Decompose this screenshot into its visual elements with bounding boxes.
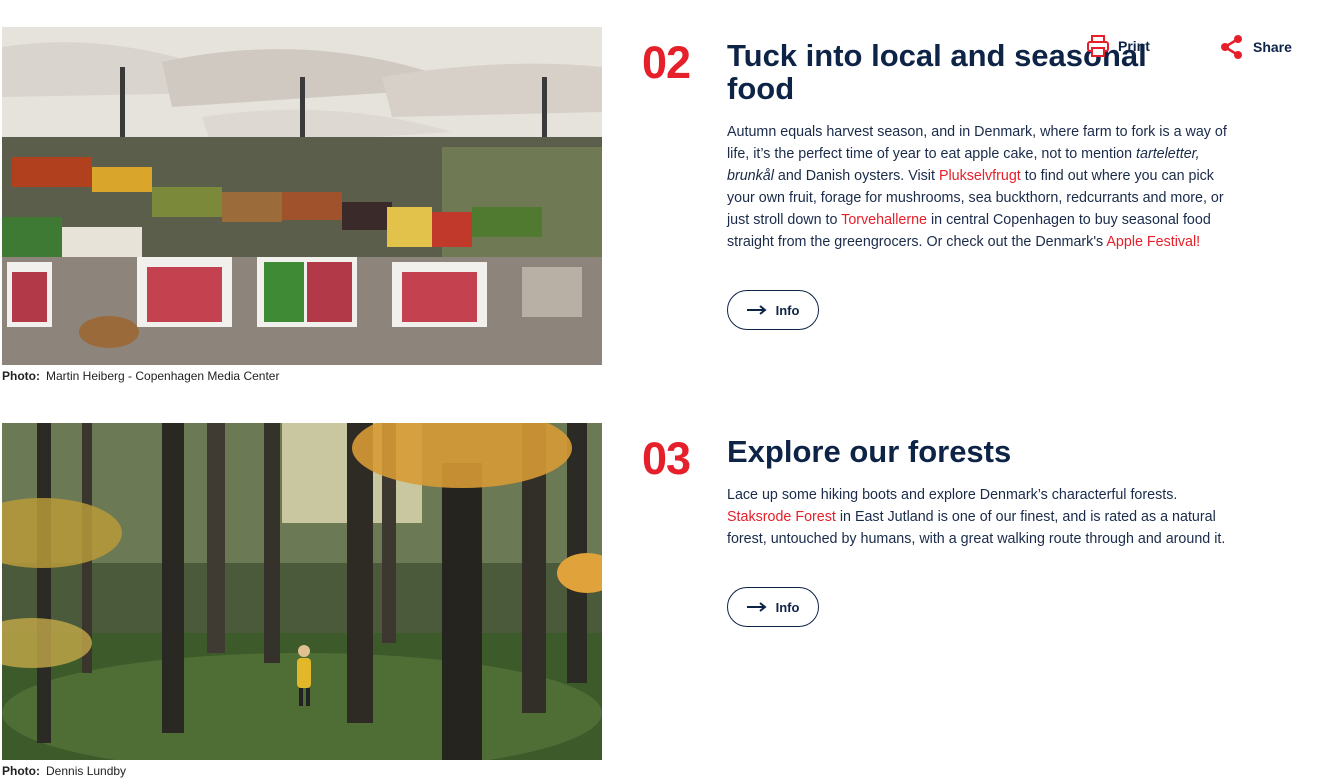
photo-credit-text: Dennis Lundby [46, 764, 127, 778]
photo-credit-label: Photo: [2, 764, 40, 778]
share-icon [1221, 35, 1242, 59]
photo-credit-text: Martin Heiberg - Copenhagen Media Center [46, 369, 280, 383]
arrow-right-icon [746, 602, 767, 612]
torvehallerne-link[interactable]: Torvehallerne [841, 212, 927, 228]
staksrode-forest-link[interactable]: Staksrode Forest [727, 509, 836, 525]
plukselvfrugt-link[interactable]: Plukselvfrugt [939, 168, 1021, 184]
section-number: 03 [642, 433, 691, 484]
arrow-right-icon [746, 305, 767, 315]
market-photo [2, 27, 602, 365]
section-body: Lace up some hiking boots and explore De… [727, 484, 1242, 550]
photo-credit: Photo: Dennis Lundby [2, 764, 126, 778]
photo-credit: Photo: Martin Heiberg - Copenhagen Media … [2, 369, 279, 383]
info-button-label: Info [775, 302, 800, 318]
section-title: Explore our forests [727, 434, 1012, 469]
print-label: Print [1118, 38, 1150, 54]
share-label: Share [1253, 39, 1292, 55]
forest-photo [2, 423, 602, 760]
section-body: Autumn equals harvest season, and in Den… [727, 121, 1242, 253]
print-button[interactable]: Print [1086, 34, 1150, 58]
info-button[interactable]: Info [727, 290, 819, 330]
printer-icon [1087, 35, 1109, 57]
photo-credit-label: Photo: [2, 369, 40, 383]
section-number: 02 [642, 37, 691, 88]
apple-festival-link[interactable]: Apple Festival! [1106, 234, 1200, 250]
info-button[interactable]: Info [727, 587, 819, 627]
share-button[interactable]: Share [1219, 34, 1292, 60]
body-text: Lace up some hiking boots and explore De… [727, 487, 1178, 503]
info-button-label: Info [775, 599, 800, 615]
body-text: and Danish oysters. Visit [773, 168, 939, 184]
